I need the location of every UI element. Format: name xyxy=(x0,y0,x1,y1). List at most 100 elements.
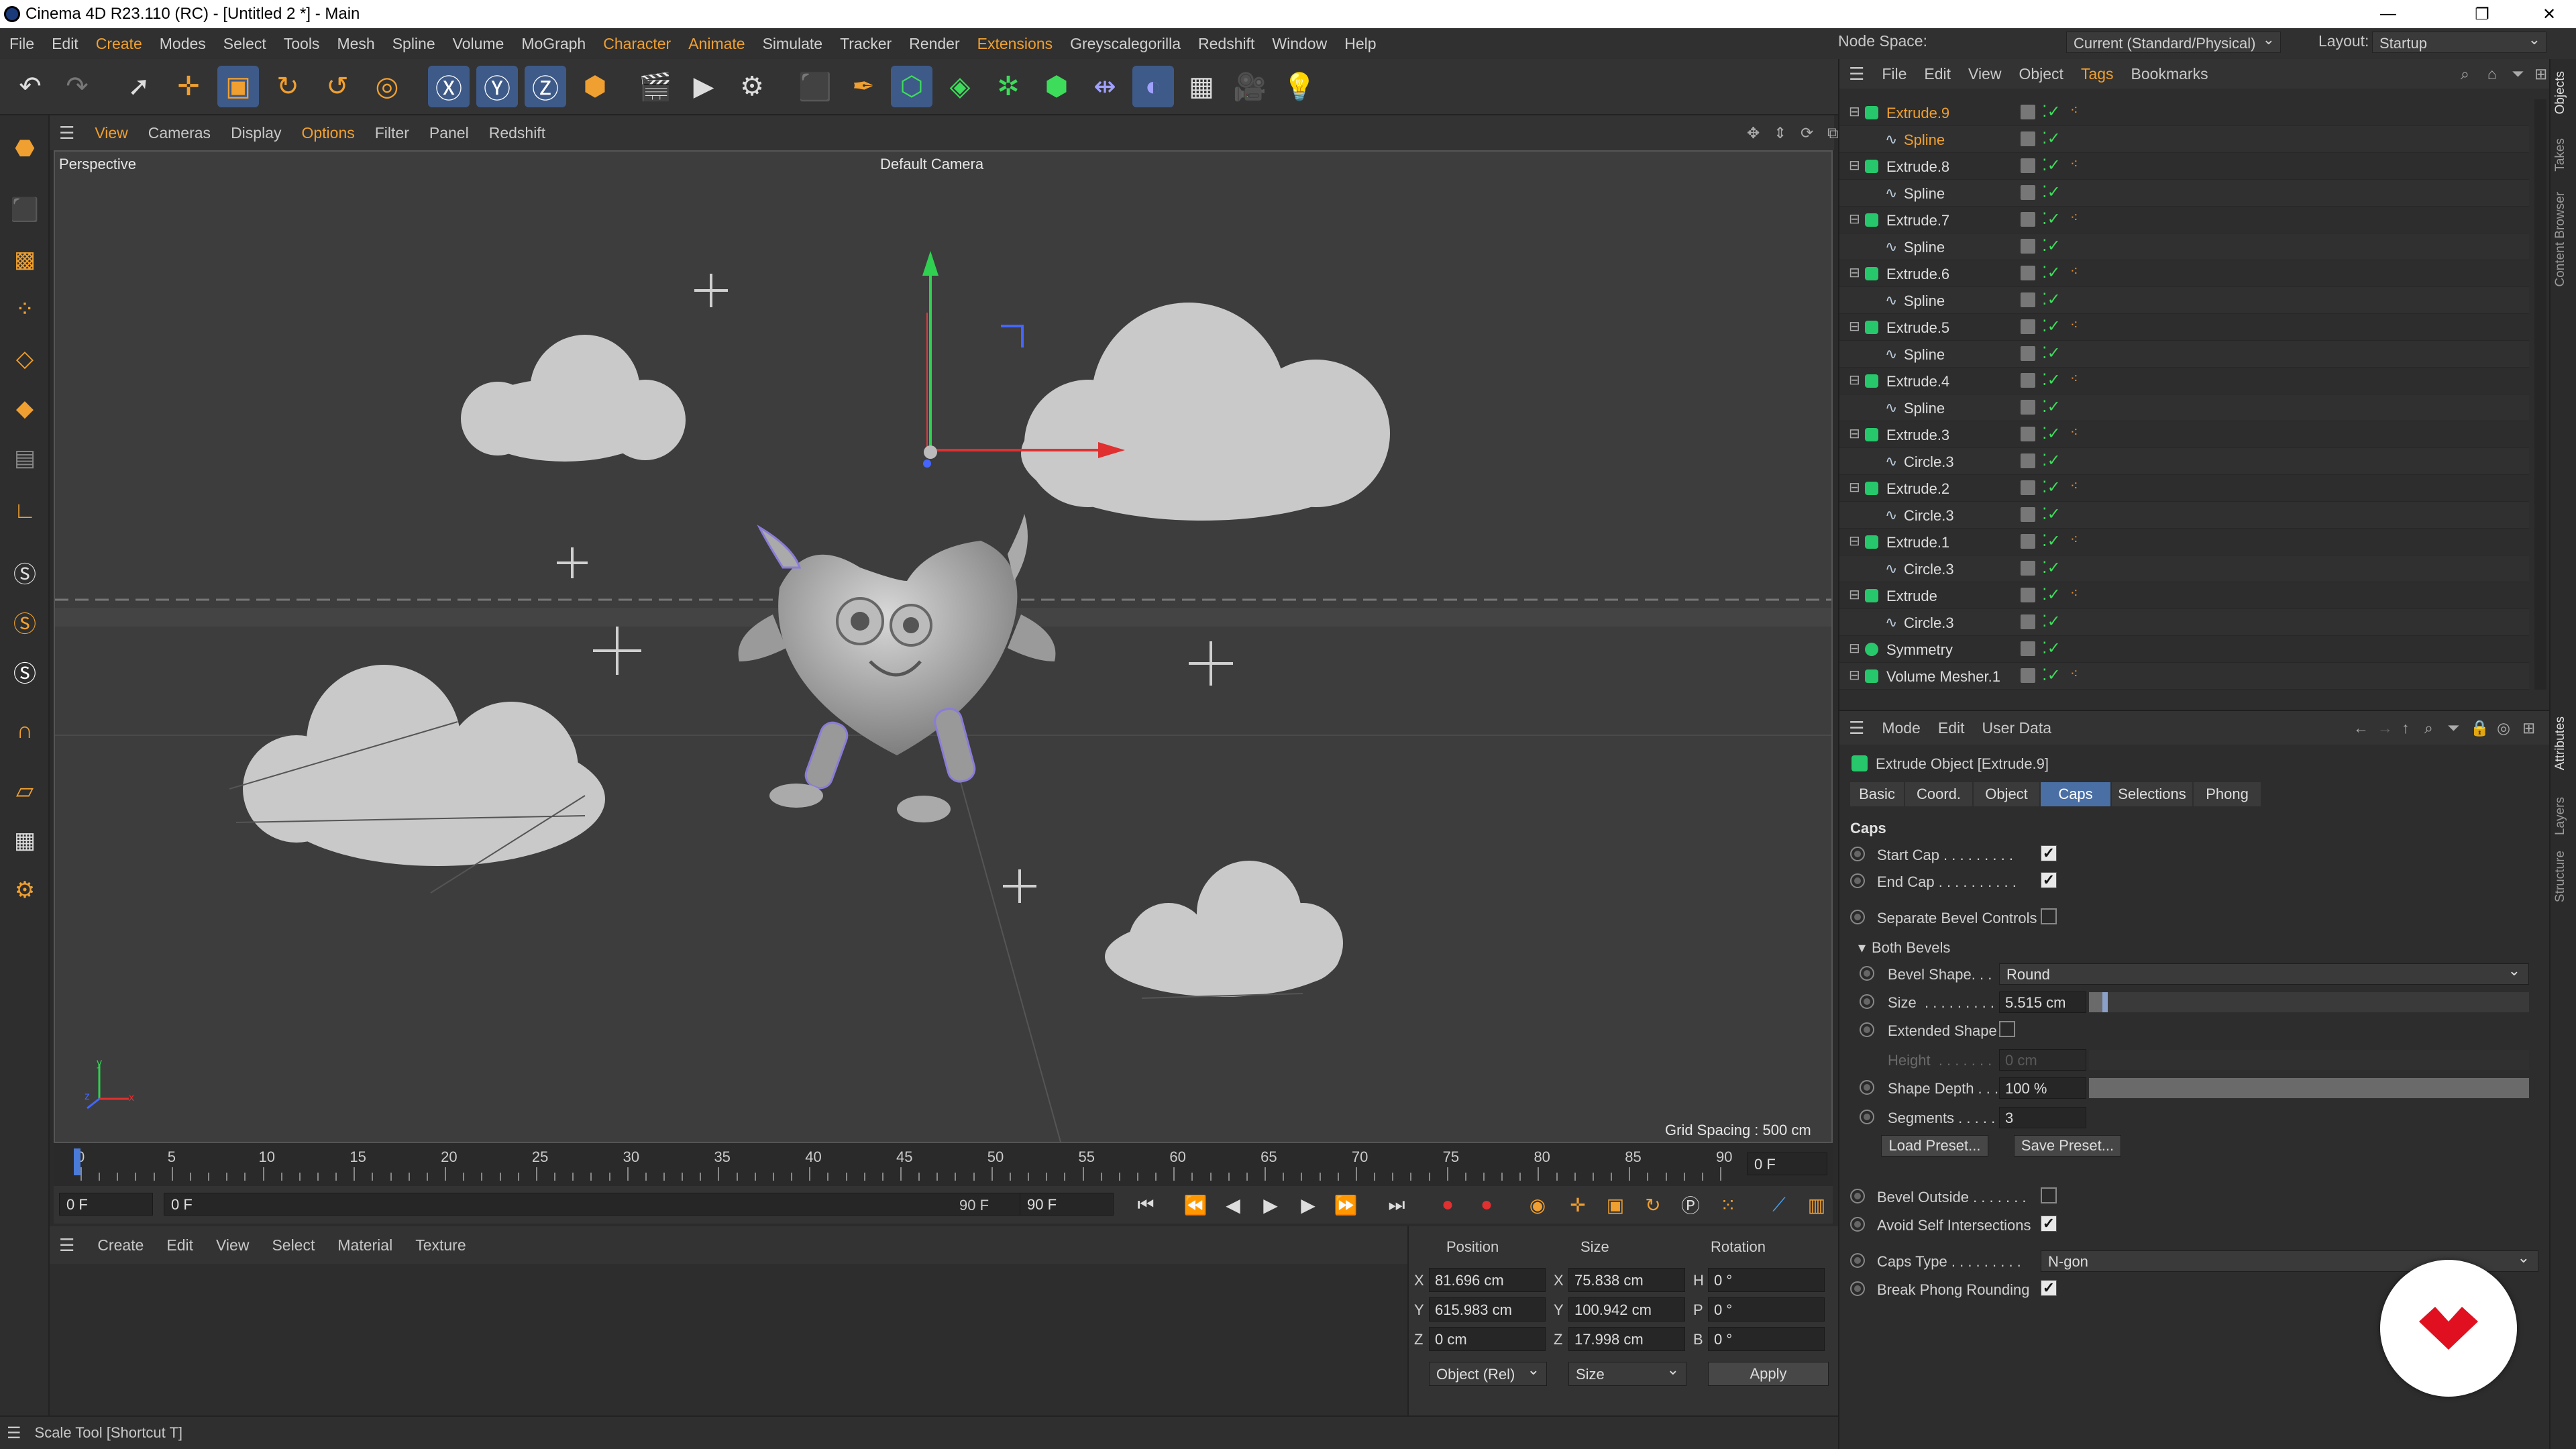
object-row[interactable]: ⊟ Extrude ⁚✓ ⁖ xyxy=(1839,582,2529,609)
viewport-rotate-icon[interactable]: ⟳ xyxy=(1801,124,1813,142)
menu-mesh[interactable]: Mesh xyxy=(337,35,374,53)
obj-menu-file[interactable]: File xyxy=(1882,65,1907,83)
break-phong-anim-radio[interactable] xyxy=(1850,1281,1865,1296)
side-tab-takes[interactable]: Takes xyxy=(2553,138,2568,172)
menu-render[interactable]: Render xyxy=(909,35,959,53)
menu-tools[interactable]: Tools xyxy=(284,35,320,53)
layer-icon[interactable] xyxy=(2021,131,2035,146)
object-row[interactable]: ⊟ Extrude.4 ⁚✓ ⁖ xyxy=(1839,368,2529,394)
search-icon[interactable]: ⌕ xyxy=(2424,719,2433,737)
size-x-field[interactable]: 75.838 cm xyxy=(1568,1268,1685,1292)
render-picture-viewer-icon[interactable]: ▶ xyxy=(683,66,724,107)
viewport-zoom-icon[interactable]: ⇕ xyxy=(1774,124,1786,142)
object-row[interactable]: ∿ Circle.3 ⁚✓ xyxy=(1839,448,2529,475)
att-menu-edit[interactable]: Edit xyxy=(1938,719,1965,737)
layer-icon[interactable] xyxy=(2021,427,2035,441)
current-frame-field[interactable]: 0 F xyxy=(1747,1152,1827,1175)
phong-tag-icon[interactable]: ⁖ xyxy=(2070,102,2078,119)
cloner-icon[interactable]: ✲ xyxy=(987,66,1029,107)
pos-y-field[interactable]: 615.983 cm xyxy=(1429,1297,1546,1322)
rot-b-field[interactable]: 0 ° xyxy=(1708,1327,1825,1351)
expand-icon[interactable]: ⊟ xyxy=(1849,533,1860,549)
object-row[interactable]: ∿ Spline ⁚✓ xyxy=(1839,126,2529,153)
layer-icon[interactable] xyxy=(2021,105,2035,119)
snap-icon[interactable]: Ⓢ xyxy=(5,553,44,592)
end-cap-checkbox[interactable]: ✓ xyxy=(2041,872,2057,888)
apply-button[interactable]: Apply xyxy=(1708,1362,1829,1386)
rot-p-field[interactable]: 0 ° xyxy=(1708,1297,1825,1322)
lock-icon[interactable]: 🔒 xyxy=(2470,719,2489,737)
object-row[interactable]: ∿ Spline ⁚✓ xyxy=(1839,180,2529,207)
break-phong-rounding-checkbox[interactable]: ✓ xyxy=(2041,1280,2057,1296)
expand-icon[interactable]: ⊟ xyxy=(1849,425,1860,442)
workplane-grid-icon[interactable]: ▱ xyxy=(5,771,44,810)
viewport-maximize-icon[interactable]: ⧉ xyxy=(1827,124,1838,142)
object-row[interactable]: ∿ Spline ⁚✓ xyxy=(1839,233,2529,260)
record-parameter-icon[interactable]: Ⓟ xyxy=(1676,1190,1705,1220)
size-mode-dropdown[interactable]: Size xyxy=(1568,1361,1686,1386)
uv-mode-icon[interactable]: ▤ xyxy=(5,439,44,478)
layer-icon[interactable] xyxy=(2021,588,2035,602)
object-row[interactable]: ∿ Circle.3 ⁚✓ xyxy=(1839,502,2529,529)
phong-tag-icon[interactable]: ⁖ xyxy=(2070,370,2078,387)
phong-tag-icon[interactable]: ⁖ xyxy=(2070,317,2078,333)
phong-tag-icon[interactable]: ⁖ xyxy=(2070,424,2078,441)
object-row[interactable]: ∿ Circle.3 ⁚✓ xyxy=(1839,609,2529,636)
previous-key-icon[interactable]: ⏪ xyxy=(1181,1190,1210,1220)
size-y-field[interactable]: 100.942 cm xyxy=(1568,1297,1685,1322)
up-arrow-icon[interactable]: ↑ xyxy=(2402,719,2410,737)
mat-menu-texture[interactable]: Texture xyxy=(415,1236,466,1254)
att-menu-userdata[interactable]: User Data xyxy=(1982,719,2052,737)
avoid-self-intersections-checkbox[interactable]: ✓ xyxy=(2041,1216,2057,1232)
side-tab-content-browser[interactable]: Content Browser xyxy=(2553,192,2568,287)
expand-icon[interactable]: ⊟ xyxy=(1849,103,1860,120)
object-row[interactable]: ⊟ Extrude.8 ⁚✓ ⁖ xyxy=(1839,153,2529,180)
close-window-button[interactable]: ✕ xyxy=(2522,0,2576,28)
timeline-playhead[interactable] xyxy=(74,1148,80,1175)
phong-tag-icon[interactable]: ⁖ xyxy=(2070,531,2078,548)
next-frame-icon[interactable]: ▶ xyxy=(1293,1190,1323,1220)
mat-menu-material[interactable]: Material xyxy=(337,1236,392,1254)
layer-icon[interactable] xyxy=(2021,480,2035,495)
object-row[interactable]: ⊟ Extrude.7 ⁚✓ ⁖ xyxy=(1839,207,2529,233)
undo-icon[interactable]: ↶ xyxy=(9,66,51,107)
layer-icon[interactable] xyxy=(2021,561,2035,576)
new-window-icon[interactable]: ⊞ xyxy=(2522,719,2535,737)
expand-icon[interactable]: ⊟ xyxy=(1849,157,1860,174)
quantize-icon[interactable]: Ⓢ xyxy=(5,652,44,691)
menu-extensions[interactable]: Extensions xyxy=(977,35,1053,53)
points-mode-icon[interactable]: ⁘ xyxy=(5,290,44,329)
object-list-scrollbar[interactable] xyxy=(2534,99,2546,690)
start-cap-anim-radio[interactable] xyxy=(1850,847,1865,861)
settings-icon[interactable]: ◎ xyxy=(2497,719,2510,737)
render-settings-icon[interactable]: ⚙ xyxy=(731,66,773,107)
y-axis-lock-icon[interactable]: Ⓨ xyxy=(476,66,518,107)
bevel-outside-checkbox[interactable] xyxy=(2041,1187,2057,1203)
layer-icon[interactable] xyxy=(2021,453,2035,468)
expand-icon[interactable]: ⊟ xyxy=(1849,264,1860,281)
material-area[interactable] xyxy=(50,1264,1407,1415)
layer-icon[interactable] xyxy=(2021,158,2035,173)
bevel-shape-dropdown[interactable]: Round xyxy=(1999,962,2529,985)
subdivision-generator-icon[interactable]: ⬡ xyxy=(891,66,932,107)
object-row[interactable]: ∿ Spline ⁚✓ xyxy=(1839,341,2529,368)
enabled-check-icon[interactable]: ⁚✓ xyxy=(2042,612,2061,631)
autokey-icon[interactable]: ⏺ xyxy=(1472,1190,1501,1220)
layer-icon[interactable] xyxy=(2021,373,2035,388)
filter-icon[interactable]: ⏷ xyxy=(2447,719,2459,737)
expand-icon[interactable]: ⊟ xyxy=(1849,667,1860,684)
enabled-check-icon[interactable]: ⁚✓ xyxy=(2042,370,2061,390)
pos-z-field[interactable]: 0 cm xyxy=(1429,1327,1546,1351)
menu-mograph[interactable]: MoGraph xyxy=(521,35,586,53)
status-menu-icon[interactable]: ☰ xyxy=(7,1424,21,1443)
side-tab-objects[interactable]: Objects xyxy=(2553,71,2568,114)
node-space-dropdown[interactable]: Current (Standard/Physical) xyxy=(2066,31,2281,53)
minimize-button[interactable]: — xyxy=(2361,0,2415,28)
tab-coord[interactable]: Coord. xyxy=(1905,782,1972,806)
object-row[interactable]: ⊟ Symmetry ⁚✓ xyxy=(1839,636,2529,663)
grid-icon[interactable]: ▦ xyxy=(5,821,44,860)
enabled-check-icon[interactable]: ⁚✓ xyxy=(2042,424,2061,443)
obj-menu-edit[interactable]: Edit xyxy=(1924,65,1951,83)
filter-icon[interactable]: ⏷ xyxy=(2512,65,2524,83)
object-row[interactable]: ⊟ Extrude.9 ⁚✓ ⁖ xyxy=(1839,99,2529,126)
